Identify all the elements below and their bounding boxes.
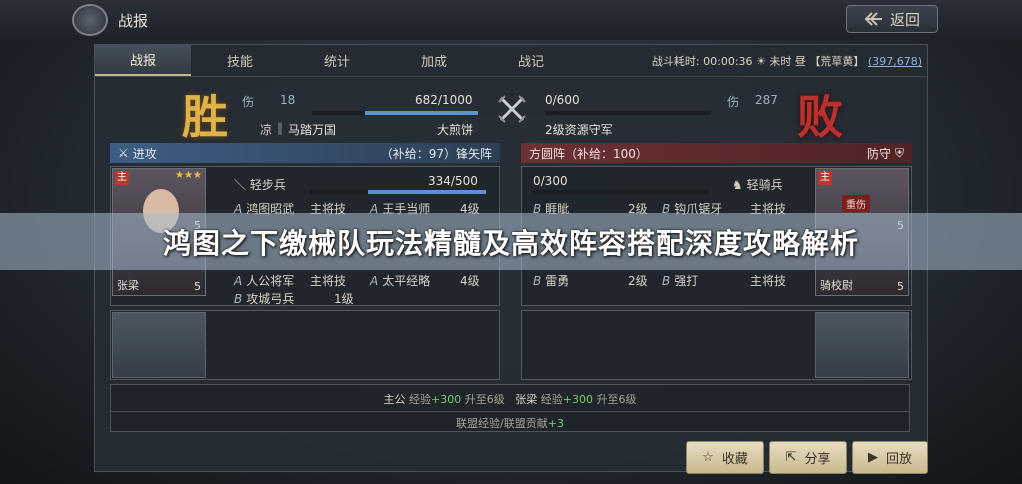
app-logo — [72, 4, 108, 36]
general-2-name: 骑校尉 — [820, 279, 853, 292]
favorite-label: 收藏 — [721, 452, 748, 467]
shield-icon: ⛨ — [894, 145, 904, 160]
injured-badge: 重伤 — [842, 195, 870, 212]
experience-box: 主公 经验+300 升至6级 张梁 经验+300 升至6级 联盟经验/联盟贡献+… — [110, 384, 910, 432]
attack-skill-row: A 人公将军 — [234, 274, 295, 288]
tab-record[interactable]: 战记 — [483, 45, 579, 76]
back-label: 返回 — [889, 10, 920, 29]
star-icon: ☆ — [702, 450, 714, 465]
attack-header: ⚔ 进攻 （补给：97）锋矢阵 — [110, 143, 500, 163]
crossed-swords-icon — [498, 95, 526, 123]
defend-stance: 防守 — [866, 146, 891, 161]
left-army-name: 马踏万国 — [288, 123, 337, 137]
divider — [111, 411, 909, 412]
tab-report[interactable]: 战报 — [95, 45, 191, 76]
share-button[interactable]: ⇱ 分享 — [769, 441, 847, 474]
duration-label: 战斗耗时: — [651, 55, 700, 68]
replay-button[interactable]: ▶ 回放 — [852, 441, 928, 474]
left-damage-label: 伤 — [242, 95, 255, 109]
left-separator: ‖ — [277, 121, 283, 135]
lose-mark: 败 — [797, 90, 843, 144]
horse-icon: ♞ — [732, 178, 747, 192]
attack-icon: ⚔ — [118, 146, 129, 160]
defend-formation: 方圆阵（补给：100） — [529, 146, 648, 161]
right-army-name: 2级资源守军 — [545, 123, 613, 137]
attack-troops-bar — [310, 190, 486, 194]
location-coords-link[interactable]: (397,678) — [868, 55, 922, 68]
defend-troops: 0/300 — [533, 174, 568, 188]
banner-title: 鸿图之下缴械队玩法精髓及高效阵容搭配深度攻略解析 — [162, 226, 859, 260]
share-label: 分享 — [804, 452, 831, 467]
attack-unit-type: ＼ 轻步兵 — [234, 178, 286, 192]
right-troops: 0/600 — [545, 93, 580, 107]
sun-icon: ☀ — [756, 55, 766, 68]
tab-stats[interactable]: 统计 — [289, 45, 385, 76]
left-damage-value: 18 — [280, 93, 296, 107]
empty-portrait — [815, 312, 909, 378]
tab-skills[interactable]: 技能 — [192, 45, 288, 76]
attack-supply: （补给：97）锋矢阵 — [380, 146, 492, 161]
right-damage-label: 伤 — [727, 95, 740, 109]
attack-skill-level: 1级 — [334, 292, 354, 306]
general-2-level: 5 — [897, 280, 904, 293]
general-2-level: 5 — [194, 280, 201, 293]
win-mark: 胜 — [182, 90, 228, 144]
left-faction: 凉 — [260, 123, 273, 137]
empty-portrait — [112, 312, 206, 378]
general-2-name: 张梁 — [117, 279, 139, 292]
left-troops-bar — [312, 111, 478, 115]
defend-troops-bar — [533, 190, 709, 194]
unit-icon: ＼ — [234, 178, 250, 192]
right-damage-value: 287 — [755, 93, 778, 107]
defend-skill-level: 2级 — [628, 274, 648, 288]
lord-badge: 主 — [115, 171, 129, 185]
share-icon: ⇱ — [785, 450, 797, 465]
back-arrow-icon — [864, 12, 882, 26]
defend-unit-type: ♞ 轻骑兵 — [732, 178, 783, 192]
play-icon: ▶ — [867, 450, 878, 465]
left-troops: 682/1000 — [415, 93, 473, 107]
attack-skill-level: 4级 — [460, 274, 480, 288]
tab-bonus[interactable]: 加成 — [386, 45, 482, 76]
page-title: 战报 — [118, 12, 149, 30]
right-troops-bar — [545, 111, 711, 115]
attack-troops: 334/500 — [428, 174, 478, 188]
title-banner: 鸿图之下缴械队玩法精髓及高效阵容搭配深度攻略解析 — [0, 213, 1022, 270]
attack-troops-fill — [368, 190, 486, 194]
left-general: 大煎饼 — [437, 123, 474, 137]
lord-badge: 主 — [818, 171, 832, 185]
replay-label: 回放 — [885, 452, 912, 467]
defend-header: 方圆阵（补给：100） 防守 ⛨ — [521, 143, 912, 163]
attack-label: 进攻 — [132, 146, 157, 161]
experience-line-2: 联盟经验/联盟贡献+3 — [456, 417, 564, 430]
duration-value: 00:00:36 — [703, 55, 753, 68]
experience-line-1: 主公 经验+300 升至6级 张梁 经验+300 升至6级 — [383, 393, 637, 406]
back-button[interactable]: 返回 — [846, 5, 938, 33]
defend-skill-type: 主将技 — [750, 274, 787, 288]
attack-skill-type: 主将技 — [310, 274, 347, 288]
time-of-day: 未时 昼 — [769, 55, 806, 68]
favorite-button[interactable]: ☆ 收藏 — [686, 441, 764, 474]
defend-skill-row: B 雷勇 — [533, 274, 570, 288]
location-name: 【荒草黄】 — [809, 55, 865, 68]
attack-skill-row: A 太平经略 — [370, 274, 431, 288]
left-troops-fill — [364, 111, 478, 115]
star-rating-icon: ★★★ — [175, 170, 202, 181]
attack-skill-row: B 攻城弓兵 — [234, 292, 295, 306]
battle-info: 战斗耗时: 00:00:36 ☀ 未时 昼 【荒草黄】 (397,678) — [652, 53, 922, 69]
defend-skill-row: B 强打 — [662, 274, 699, 288]
